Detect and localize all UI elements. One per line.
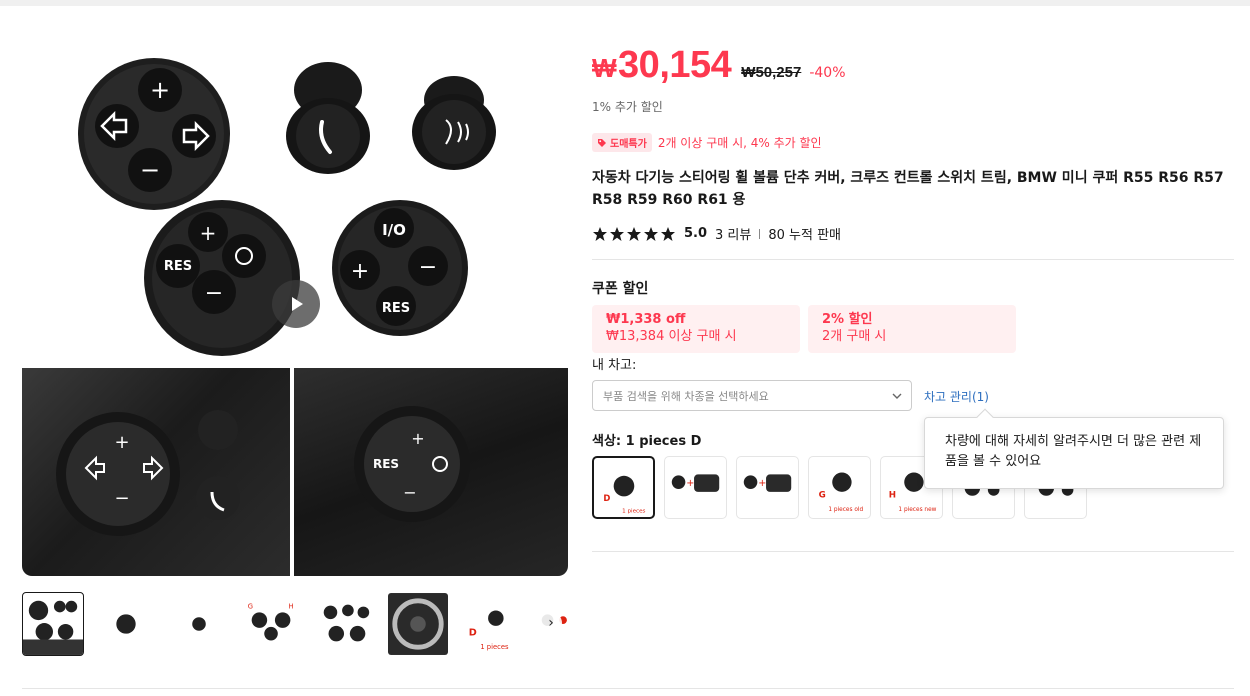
review-count-link[interactable]: 3 리뷰 [715, 224, 751, 243]
svg-text:+: + [411, 429, 424, 448]
button-voice-part [412, 76, 496, 170]
coupon-1-amount: ₩1,338 off [606, 312, 686, 327]
bulk-deal-row: 도매특가 2개 이상 구매 시, 4% 추가 할인 [592, 133, 822, 152]
price-row: ₩30,154 ₩50,257 -40% [592, 44, 846, 87]
svg-text:1 pieces new: 1 pieces new [898, 507, 936, 513]
svg-text:I/O: I/O [382, 221, 406, 239]
svg-text:−: − [419, 255, 437, 280]
thumbnail-6[interactable] [387, 592, 449, 656]
divider [592, 259, 1234, 260]
product-main-image[interactable]: + − + RES − I/O + − RES + − + RES − [22, 30, 568, 576]
coupon-1[interactable]: ₩1,338 off ₩13,384 이상 구매 시 [592, 305, 800, 353]
tooltip-text: 차량에 대해 자세히 알려주시면 더 많은 관련 제품을 볼 수 있어요 [945, 434, 1202, 469]
vehicle-select[interactable]: 부품 검색을 위해 차종을 선택하세요 [592, 380, 912, 411]
svg-text:+: + [758, 478, 766, 489]
manage-garage-link[interactable]: 차고 관리(1) [924, 388, 989, 405]
thumbnail-4[interactable]: GH [241, 592, 303, 656]
coupon-section-title: 쿠폰 할인 [592, 281, 649, 297]
star-icon [610, 226, 624, 241]
svg-text:RES: RES [373, 457, 399, 471]
product-title: 자동차 다기능 스티어링 휠 볼륨 단추 커버, 크루즈 컨트롤 스위치 트림,… [592, 170, 1224, 208]
coupon-2-amount: 2% 할인 [822, 312, 873, 327]
svg-text:−: − [205, 281, 223, 306]
svg-text:+: + [150, 76, 170, 104]
chevron-right-icon: › [548, 615, 554, 631]
button-res-part: + RES − [144, 200, 300, 356]
bulk-badge-label: 도매특가 [610, 139, 647, 150]
thumbnail-5[interactable] [314, 592, 376, 656]
svg-text:1 pieces: 1 pieces [480, 643, 509, 651]
swatch-2[interactable]: + [664, 456, 727, 519]
color-label: 색상: 1 pieces D [592, 434, 702, 449]
svg-text:G: G [248, 603, 253, 611]
svg-text:−: − [114, 488, 129, 509]
button-phone-part [286, 62, 370, 174]
star-icon [593, 226, 607, 241]
svg-text:H: H [288, 603, 293, 611]
svg-text:+: + [200, 221, 217, 245]
svg-text:D: D [603, 493, 610, 503]
divider [592, 551, 1234, 552]
tag-icon [598, 138, 606, 147]
thumbnail-1[interactable] [22, 592, 84, 656]
svg-text:+: + [114, 432, 129, 453]
divider [22, 688, 1234, 689]
tooltip-arrow [976, 408, 994, 426]
steering-wheel-right-photo: + RES − [294, 368, 568, 576]
currency-symbol: ₩ [592, 53, 617, 83]
star-rating [592, 226, 676, 242]
bulk-deal-text: 2개 이상 구매 시, 4% 추가 할인 [657, 136, 822, 150]
thumbnail-7[interactable]: D1 pieces [460, 592, 522, 656]
swatch-g[interactable]: G1 pieces old [808, 456, 871, 519]
thumbnail-3[interactable] [168, 592, 230, 656]
video-play-button[interactable] [272, 280, 320, 328]
svg-text:1 pieces: 1 pieces [622, 508, 645, 514]
svg-text:H: H [889, 491, 896, 501]
my-garage-label: 내 차고: [592, 358, 637, 373]
vehicle-select-placeholder: 부품 검색을 위해 차종을 선택하세요 [603, 389, 769, 403]
discount-percent: -40% [809, 65, 846, 81]
svg-text:D: D [469, 628, 477, 639]
svg-text:RES: RES [164, 259, 192, 274]
star-icon [644, 226, 658, 241]
rating-row: 5.0 3 리뷰 80 누적 판매 [592, 224, 841, 243]
svg-text:1 pieces old: 1 pieces old [828, 507, 863, 513]
original-price: ₩50,257 [741, 64, 802, 81]
rating-score: 5.0 [684, 226, 708, 241]
button-arrows-part: + − [78, 58, 230, 210]
top-bar [0, 0, 1250, 6]
coupon-2[interactable]: 2% 할인 2개 구매 시 [808, 305, 1016, 353]
swatch-3[interactable]: + [736, 456, 799, 519]
divider [759, 228, 761, 239]
steering-wheel-left-photo: + − [22, 368, 290, 576]
star-icon [627, 226, 641, 241]
button-io-part: I/O + − RES [332, 200, 468, 336]
extra-discount: 1% 추가 할인 [592, 100, 663, 114]
svg-text:G: G [819, 491, 826, 501]
svg-text:+: + [351, 259, 369, 284]
current-price: ₩30,154 [592, 44, 732, 87]
star-icon [661, 226, 675, 241]
svg-text:+: + [686, 478, 694, 489]
chevron-down-icon [892, 393, 902, 399]
thumbnail-next-button[interactable]: › [540, 612, 562, 634]
thumbnail-2[interactable] [95, 592, 157, 656]
play-icon [292, 297, 303, 311]
thumbnail-strip: GH D1 pieces [22, 592, 568, 656]
price-value: 30,154 [618, 44, 732, 86]
garage-tooltip: 차량에 대해 자세히 알려주시면 더 많은 관련 제품을 볼 수 있어요 [924, 408, 1224, 489]
svg-text:−: − [140, 156, 160, 184]
bulk-deal-badge: 도매특가 [592, 133, 652, 152]
svg-text:RES: RES [382, 301, 410, 316]
swatch-d[interactable]: D 1 pieces [592, 456, 655, 519]
svg-text:−: − [403, 483, 416, 502]
coupon-1-condition: ₩13,384 이상 구매 시 [606, 329, 737, 344]
sold-count: 80 누적 판매 [768, 228, 842, 243]
coupon-2-condition: 2개 구매 시 [822, 329, 887, 344]
